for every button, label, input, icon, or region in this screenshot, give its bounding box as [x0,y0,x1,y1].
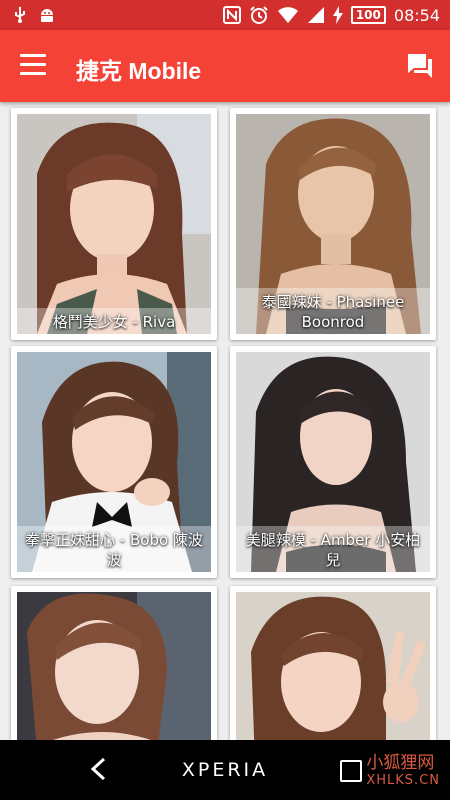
profile-card[interactable] [230,586,436,740]
app-bar: 捷克 Mobile [0,30,450,102]
profile-photo [236,592,430,740]
profile-caption: 美腿辣模 - Amber 小安柏兒 [236,526,430,572]
recent-apps-icon[interactable] [340,760,362,782]
watermark-line1: 小狐狸网 [366,753,435,773]
profile-photo: 泰國辣妹 - Phasinee Boonrod [236,114,430,334]
navigation-bar: XPERIA 小狐狸网 XHLKS.CN [0,740,450,800]
usb-icon [12,6,28,24]
profile-photo: 格鬥美少女 - Riva [17,114,211,334]
watermark: 小狐狸网 XHLKS.CN [366,748,440,788]
battery-level: 100 [350,6,386,24]
profile-card[interactable]: 美腿辣模 - Amber 小安柏兒 [230,346,436,578]
alarm-icon [249,5,269,25]
menu-icon[interactable] [20,54,46,76]
signal-icon [307,6,325,24]
status-time: 08:54 [393,5,440,25]
wifi-icon [277,6,299,24]
android-icon [38,6,56,24]
profile-card[interactable]: 格鬥美少女 - Riva [11,108,217,340]
watermark-line2: XHLKS.CN [366,773,440,788]
profile-caption: 格鬥美少女 - Riva [17,308,211,334]
profile-grid: 格鬥美少女 - Riva 泰國辣妹 - Phasinee Boonrod 拳擊正… [0,102,450,740]
profile-photo: 美腿辣模 - Amber 小安柏兒 [236,352,430,572]
profile-card[interactable]: 拳擊正妹甜心 - Bobo 陳波波 [11,346,217,578]
profile-card[interactable]: 泰國辣妹 - Phasinee Boonrod [230,108,436,340]
profile-photo: 拳擊正妹甜心 - Bobo 陳波波 [17,352,211,572]
status-bar: 100 08:54 [0,0,450,30]
profile-card[interactable] [11,586,217,740]
profile-photo [17,592,211,740]
charging-icon [332,6,343,24]
profile-caption: 拳擊正妹甜心 - Bobo 陳波波 [17,526,211,572]
nfc-icon [222,6,241,24]
app-title: 捷克 Mobile [76,58,202,84]
profile-caption: 泰國辣妹 - Phasinee Boonrod [236,288,430,334]
chat-icon[interactable] [406,52,434,84]
